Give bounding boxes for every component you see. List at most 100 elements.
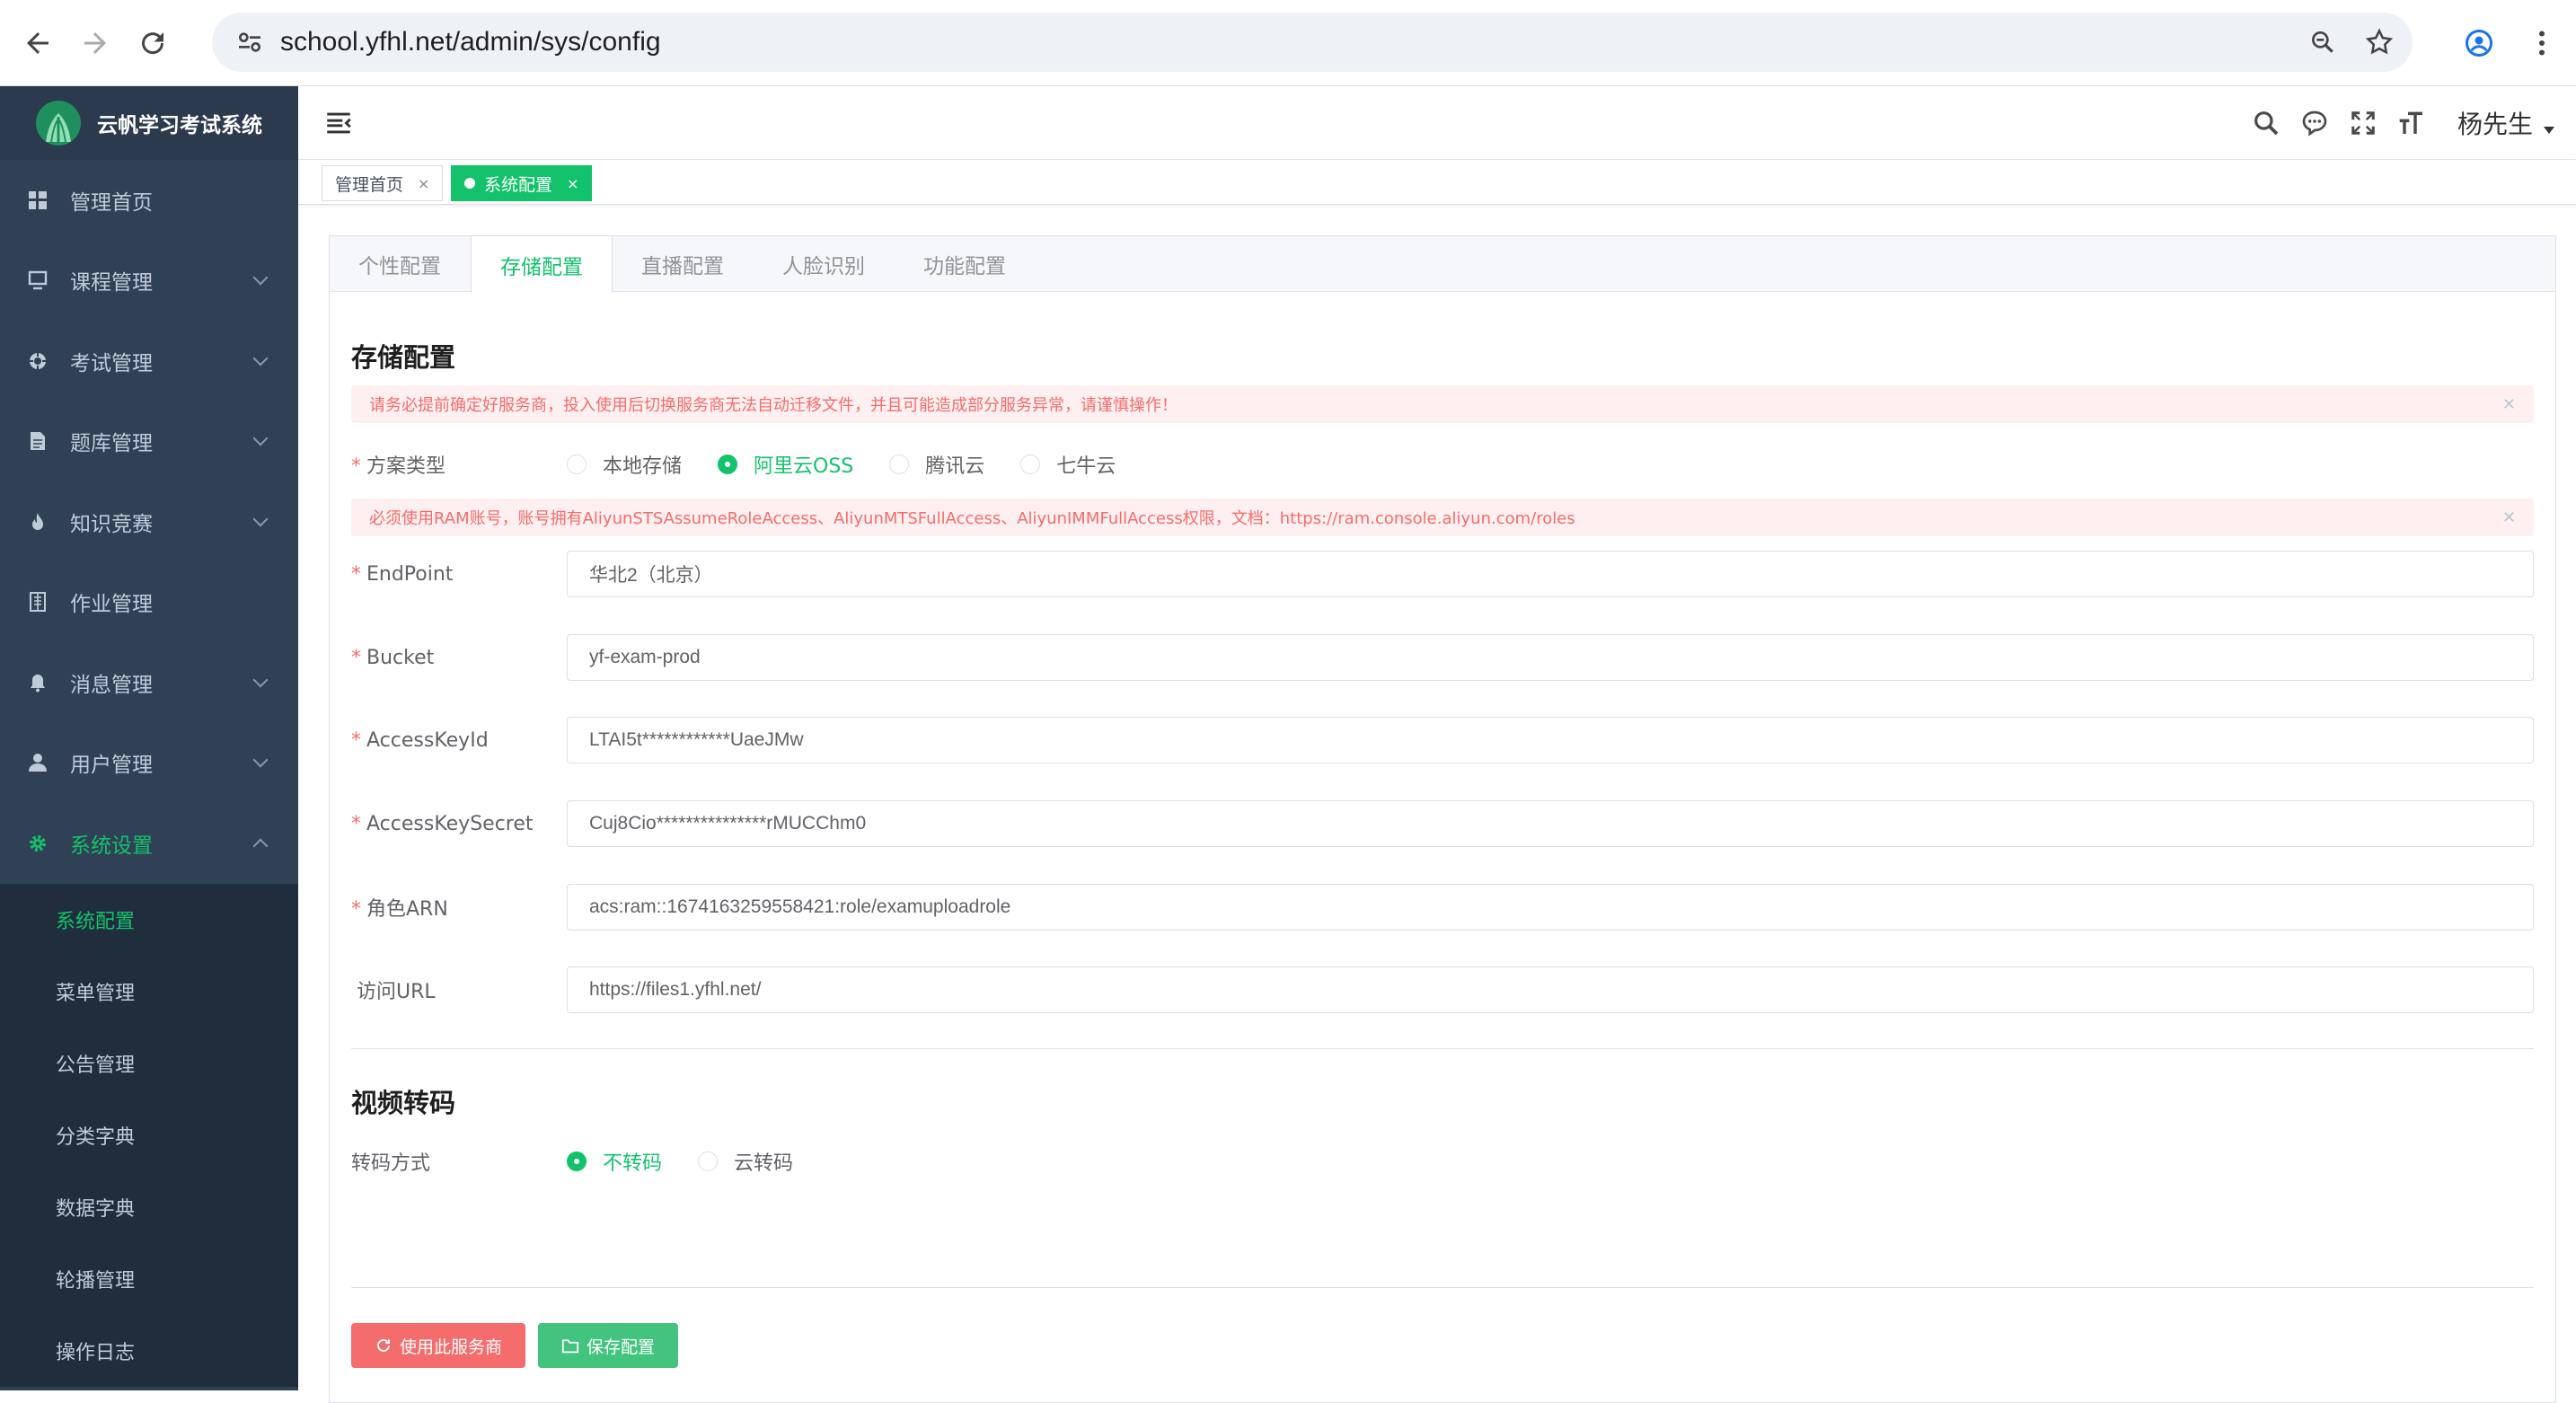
forward-button[interactable] — [66, 14, 124, 72]
video-section-title: 视频转码 — [351, 1088, 456, 1118]
access-key-secret-input[interactable]: Cuj8Cio***************rMUCChm0 — [567, 800, 2534, 847]
bucket-row: * Bucket yf-exam-prod — [351, 634, 2534, 681]
arrow-right-icon — [84, 31, 106, 54]
reload-button[interactable] — [124, 14, 181, 72]
profile-button[interactable] — [2450, 14, 2508, 72]
reload-icon — [142, 31, 164, 54]
tab-live-config[interactable]: 直播配置 — [613, 236, 754, 292]
sidebar-item-courses[interactable]: 课程管理 — [0, 241, 298, 322]
transcode-radio-group: 不转码 云转码 — [567, 1138, 829, 1185]
chevron-down-icon — [252, 672, 269, 688]
tab-feature-config[interactable]: 功能配置 — [895, 236, 1036, 292]
sidebar-item-messages[interactable]: 消息管理 — [0, 642, 298, 723]
user-name[interactable]: 杨先生 — [2457, 105, 2533, 141]
ram-notice-alert: 必须使用RAM账号，账号拥有AliyunSTSAssumeRoleAccess、… — [351, 499, 2534, 536]
ram-notice-text: 必须使用RAM账号，账号拥有AliyunSTSAssumeRoleAccess、… — [369, 509, 1575, 528]
url-text: school.yfhl.net/admin/sys/config — [280, 27, 661, 57]
submenu-item-category-dictionary[interactable]: 分类字典 — [0, 1099, 298, 1171]
radio-tencent-cloud[interactable]: 腾讯云 — [889, 450, 984, 479]
access-key-id-input[interactable]: LTAI5t************UaeJMw — [567, 717, 2534, 763]
chevron-down-icon — [252, 511, 269, 527]
address-bar[interactable]: school.yfhl.net/admin/sys/config — [212, 13, 2413, 72]
star-icon[interactable] — [2364, 27, 2395, 57]
radio-no-transcode[interactable]: 不转码 — [567, 1147, 662, 1176]
tab-face-recognition[interactable]: 人脸识别 — [754, 236, 895, 292]
bucket-input[interactable]: yf-exam-prod — [567, 634, 2534, 681]
notebook-icon — [27, 591, 49, 613]
top-header: 杨先生 — [298, 86, 2576, 160]
sidebar-item-question-bank[interactable]: 题库管理 — [0, 401, 298, 482]
scheme-type-label: * 方案类型 — [351, 455, 446, 478]
close-icon[interactable]: ✕ — [2502, 508, 2516, 527]
config-card: 个性配置 存储配置 直播配置 人脸识别 功能配置 存储配置 请务必提前确定好服务… — [329, 235, 2556, 1403]
sidebar-item-homework[interactable]: 作业管理 — [0, 562, 298, 643]
sidebar: 云帆学习考试系统 管理首页 课程管理 考试管理 题库管理 知识竞赛 作业管理 消… — [0, 86, 298, 1390]
access-url-input[interactable]: https://files1.yfhl.net/ — [567, 966, 2534, 1013]
tab-storage-config[interactable]: 存储配置 — [471, 236, 613, 293]
logo[interactable]: 云帆学习考试系统 — [0, 86, 298, 160]
use-provider-button[interactable]: 使用此服务商 — [351, 1323, 526, 1368]
menu-toggle-icon[interactable] — [323, 108, 354, 138]
endpoint-select[interactable]: 华北2（北京） — [567, 551, 2534, 597]
caret-down-icon[interactable] — [2544, 127, 2554, 134]
close-icon[interactable]: ✕ — [2502, 395, 2516, 414]
sidebar-item-exams[interactable]: 考试管理 — [0, 321, 298, 401]
refresh-icon — [375, 1337, 393, 1354]
system-settings-submenu: 系统配置 菜单管理 公告管理 分类字典 数据字典 轮播管理 操作日志 — [0, 883, 298, 1387]
message-icon[interactable] — [2298, 106, 2332, 140]
browser-menu-button[interactable] — [2513, 14, 2571, 72]
close-icon[interactable]: × — [418, 175, 429, 192]
user-icon — [27, 752, 49, 773]
site-settings-icon[interactable] — [232, 24, 268, 60]
tag-label: 系统配置 — [484, 174, 553, 195]
scheme-type-radio-group: 本地存储 阿里云OSS 腾讯云 七牛云 — [567, 441, 1151, 488]
radio-qiniu-cloud[interactable]: 七牛云 — [1020, 450, 1116, 479]
logo-icon — [36, 101, 81, 146]
back-button[interactable] — [9, 14, 66, 72]
endpoint-label: * EndPoint — [351, 562, 454, 586]
tag-dashboard[interactable]: 管理首页 × — [322, 165, 444, 201]
tags-view: 管理首页 × 系统配置 × — [298, 160, 2576, 205]
sidebar-item-label: 知识竞赛 — [70, 512, 153, 536]
arrow-left-icon — [27, 31, 49, 54]
warning-text: 请务必提前确定好服务商，投入使用后切换服务商无法自动迁移文件，并且可能造成部分服… — [369, 396, 1178, 415]
radio-local-storage[interactable]: 本地存储 — [567, 450, 682, 479]
storage-section-title: 存储配置 — [351, 342, 456, 373]
chevron-down-icon — [252, 269, 269, 286]
sidebar-item-contest[interactable]: 知识竞赛 — [0, 481, 298, 562]
sidebar-item-users[interactable]: 用户管理 — [0, 723, 298, 804]
role-arn-input[interactable]: acs:ram::1674163259558421:role/examuploa… — [567, 884, 2534, 931]
chevron-down-icon — [252, 752, 269, 768]
sidebar-item-label: 管理首页 — [70, 190, 153, 215]
browser-toolbar: school.yfhl.net/admin/sys/config — [0, 0, 2576, 86]
save-config-button[interactable]: 保存配置 — [538, 1323, 679, 1368]
close-icon[interactable]: × — [567, 175, 578, 192]
active-dot-icon — [464, 178, 475, 189]
search-icon[interactable] — [2249, 106, 2283, 140]
sidebar-item-system-settings[interactable]: 系统设置 — [0, 803, 298, 884]
access-key-secret-row: * AccessKeySecret Cuj8Cio***************r… — [351, 800, 2534, 847]
submenu-item-carousel[interactable]: 轮播管理 — [0, 1243, 298, 1315]
sidebar-item-dashboard[interactable]: 管理首页 — [0, 160, 298, 241]
section-divider — [351, 1048, 2534, 1049]
tab-personal-config[interactable]: 个性配置 — [330, 236, 471, 292]
tag-system-config[interactable]: 系统配置 × — [451, 165, 593, 201]
sidebar-item-label: 作业管理 — [70, 593, 153, 617]
submenu-item-operation-log[interactable]: 操作日志 — [0, 1315, 298, 1387]
sidebar-item-label: 用户管理 — [70, 754, 153, 778]
fullscreen-icon[interactable] — [2346, 106, 2380, 140]
warning-alert: 请务必提前确定好服务商，投入使用后切换服务商无法自动迁移文件，并且可能造成部分服… — [351, 385, 2534, 423]
submenu-item-menu-management[interactable]: 菜单管理 — [0, 956, 298, 1028]
radio-aliyun-oss[interactable]: 阿里云OSS — [718, 450, 853, 479]
document-icon — [27, 430, 49, 452]
chevron-down-icon — [252, 430, 269, 446]
zoom-icon[interactable] — [2308, 28, 2337, 57]
access-key-id-row: * AccessKeyId LTAI5t************UaeJMw — [351, 717, 2534, 763]
submenu-item-data-dictionary[interactable]: 数据字典 — [0, 1171, 298, 1243]
font-size-icon[interactable] — [2395, 106, 2429, 140]
submenu-item-announcements[interactable]: 公告管理 — [0, 1028, 298, 1099]
monitor-icon — [27, 269, 49, 291]
radio-cloud-transcode[interactable]: 云转码 — [698, 1147, 793, 1176]
submenu-item-system-config[interactable]: 系统配置 — [0, 884, 298, 956]
folder-icon — [561, 1337, 579, 1354]
